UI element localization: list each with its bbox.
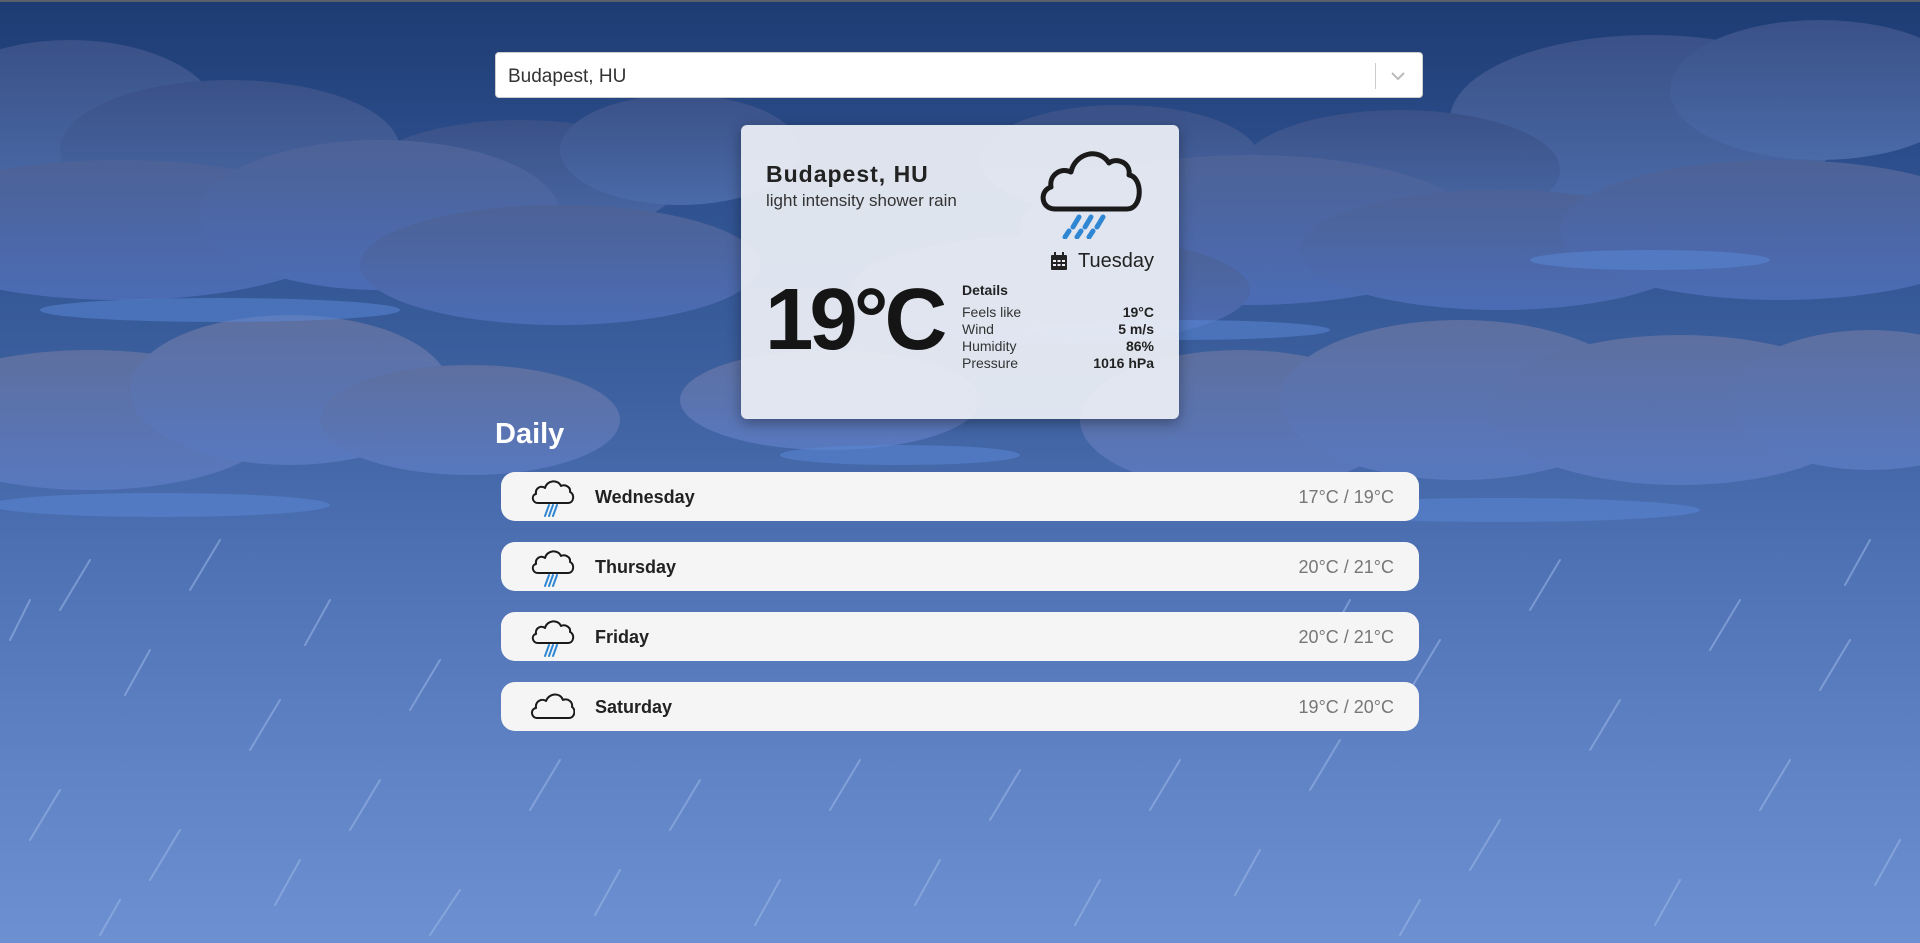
daily-item-wednesday[interactable]: Wednesday 17°C / 19°C xyxy=(501,472,1419,521)
current-description: light intensity shower rain xyxy=(766,191,957,210)
humidity-value: 86% xyxy=(1125,338,1154,354)
current-day-label: Tuesday xyxy=(1078,250,1154,272)
details-title: Details xyxy=(962,282,1008,298)
shower-rain-icon xyxy=(531,480,575,517)
daily-range: 20°C / 21°C xyxy=(1298,557,1394,577)
feels-like-label: Feels like xyxy=(962,304,1022,320)
daily-item-thursday[interactable]: Thursday 20°C / 21°C xyxy=(501,542,1419,591)
wind-label: Wind xyxy=(962,321,994,337)
current-day: Tuesday xyxy=(1050,250,1154,273)
daily-day: Saturday xyxy=(595,697,673,717)
shower-rain-icon xyxy=(531,620,575,657)
daily-day: Thursday xyxy=(595,557,677,577)
calendar-icon xyxy=(1051,252,1068,270)
pressure-label: Pressure xyxy=(962,355,1019,371)
daily-item-saturday[interactable]: Saturday 19°C / 20°C xyxy=(501,682,1419,731)
shower-rain-icon xyxy=(531,550,575,587)
daily-range: 19°C / 20°C xyxy=(1298,697,1394,717)
wind-value: 5 m/s xyxy=(1118,321,1154,337)
details-panel: Details Feels like 19°C Wind 5 m/s Humid… xyxy=(962,282,1154,372)
current-weather-card: Budapest, HU light intensity shower rain… xyxy=(741,125,1179,419)
current-temperature: 19°C xyxy=(765,271,947,368)
daily-title: Daily xyxy=(495,418,565,450)
feels-like-value: 19°C xyxy=(1122,304,1154,320)
current-city: Budapest, HU xyxy=(766,161,929,187)
cloud-icon xyxy=(531,693,575,719)
daily-range: 17°C / 19°C xyxy=(1298,487,1394,507)
details-row-wind: Wind 5 m/s xyxy=(962,321,1154,338)
daily-day: Wednesday xyxy=(595,487,695,507)
shower-rain-icon xyxy=(1040,151,1142,239)
pressure-value: 1016 hPa xyxy=(1093,355,1154,371)
humidity-label: Humidity xyxy=(962,338,1017,354)
details-row-feels-like: Feels like 19°C xyxy=(962,304,1154,321)
daily-day: Friday xyxy=(595,627,650,647)
city-select-value[interactable]: Budapest, HU xyxy=(508,66,626,88)
chevron-down-icon[interactable] xyxy=(1386,63,1410,89)
daily-item-friday[interactable]: Friday 20°C / 21°C xyxy=(501,612,1419,661)
select-separator xyxy=(1375,63,1376,89)
details-row-pressure: Pressure 1016 hPa xyxy=(962,355,1154,372)
city-select[interactable]: Budapest, HU xyxy=(495,52,1423,98)
details-row-humidity: Humidity 86% xyxy=(962,338,1154,355)
daily-range: 20°C / 21°C xyxy=(1298,627,1394,647)
